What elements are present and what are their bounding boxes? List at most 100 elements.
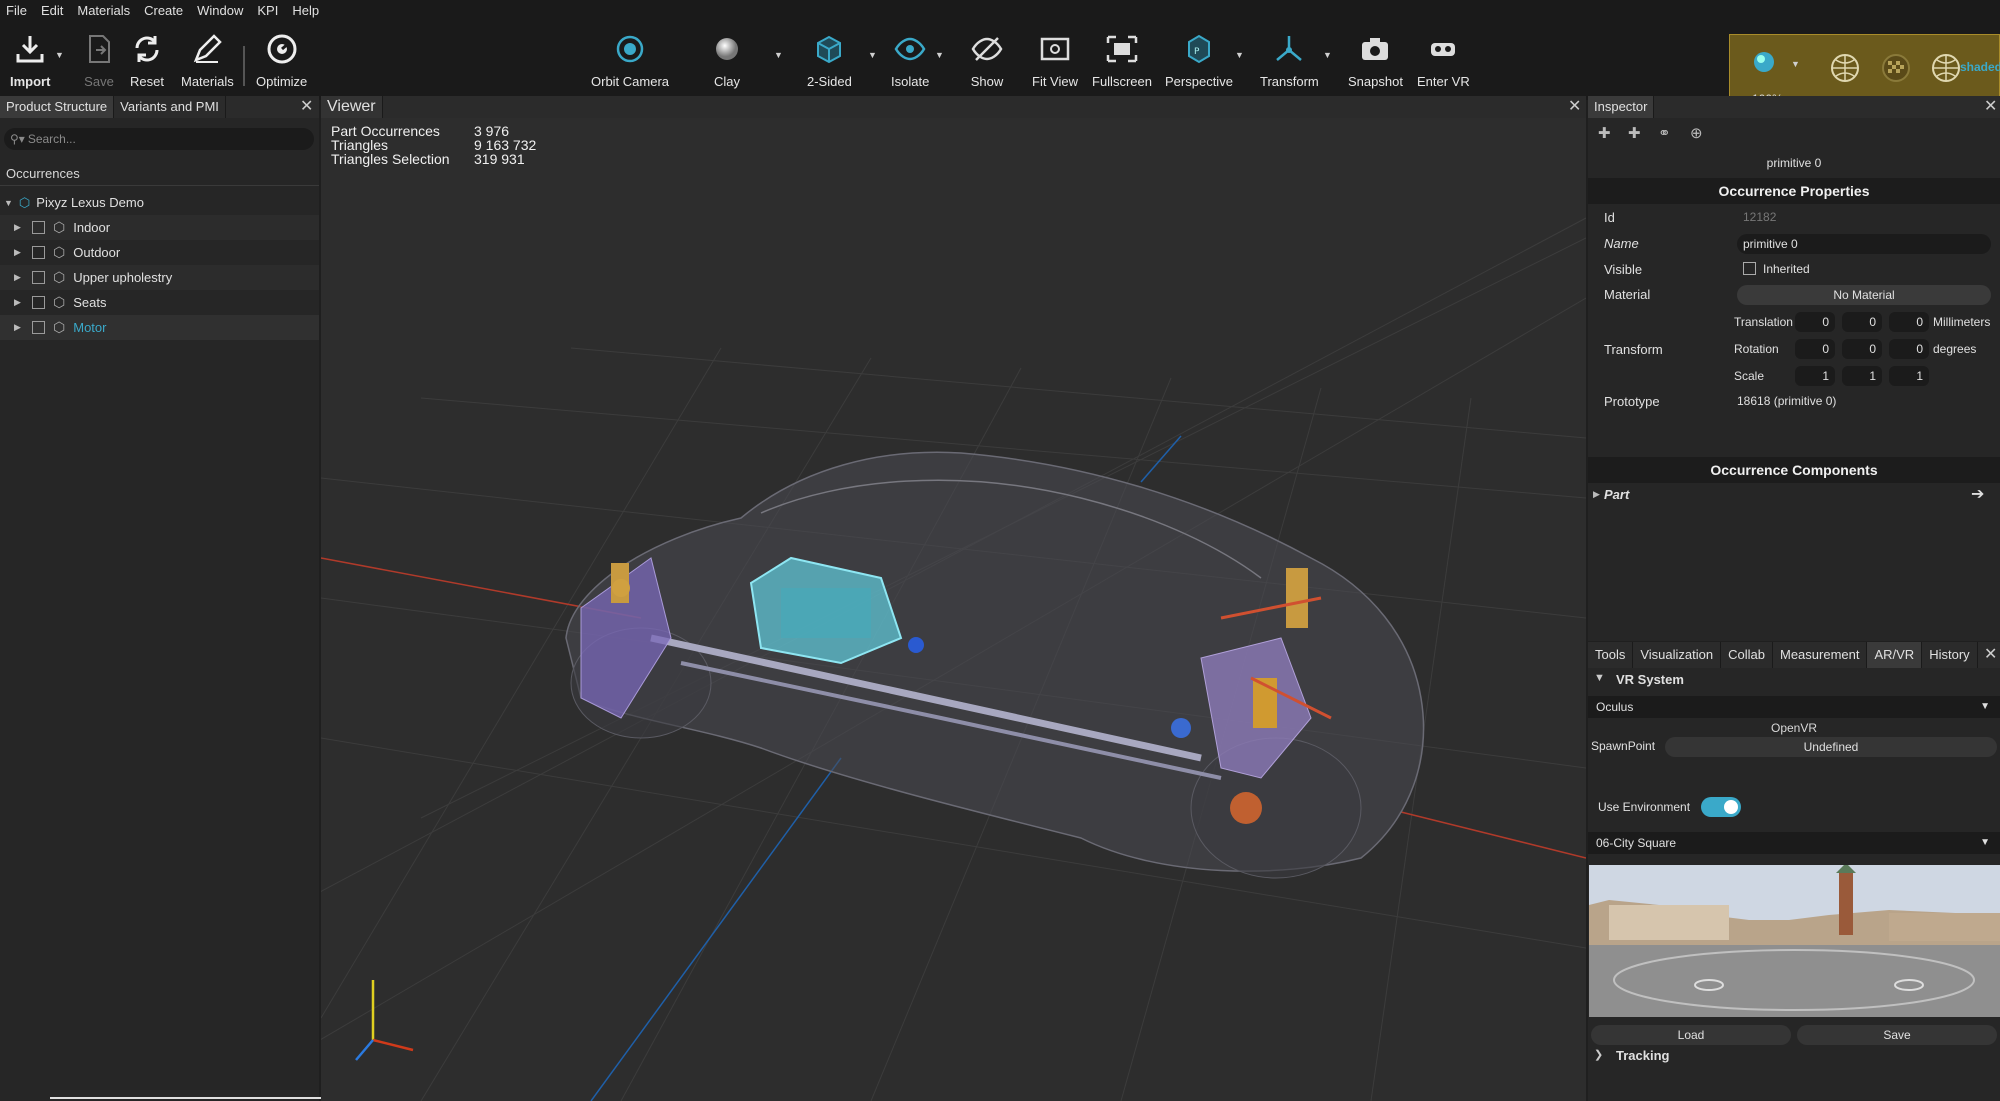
- two-sided-button[interactable]: 2-Sided: [807, 32, 852, 89]
- orbit-camera-button[interactable]: Orbit Camera: [591, 32, 669, 89]
- render-sphere-icon[interactable]: [1751, 49, 1777, 75]
- translation-z[interactable]: 0: [1889, 312, 1929, 332]
- menu-materials[interactable]: Materials: [71, 3, 138, 18]
- 3d-viewport[interactable]: Part Occurrences 3 976 Triangles 9 163 732…: [321, 118, 1586, 1101]
- tab-inspector[interactable]: Inspector: [1588, 96, 1655, 118]
- perspective-button[interactable]: P Perspective: [1165, 32, 1233, 89]
- fullscreen-button[interactable]: Fullscreen: [1092, 32, 1152, 89]
- close-icon[interactable]: ✕: [1568, 99, 1581, 115]
- snapshot-button[interactable]: Snapshot: [1348, 32, 1403, 89]
- visibility-checkbox[interactable]: [32, 296, 45, 309]
- tab-visualization[interactable]: Visualization: [1633, 642, 1722, 668]
- expand-right-icon[interactable]: ▶: [14, 247, 24, 258]
- materials-button[interactable]: Materials: [181, 32, 234, 89]
- menu-edit[interactable]: Edit: [35, 3, 71, 18]
- name-field[interactable]: primitive 0: [1737, 234, 1991, 254]
- tree-item-outdoor[interactable]: ▶ ⬡ Outdoor: [0, 240, 319, 265]
- search-input[interactable]: ⚲▾ Search...: [4, 128, 314, 150]
- optimize-button[interactable]: Optimize: [256, 32, 307, 89]
- show-button[interactable]: Show: [970, 32, 1004, 89]
- use-environment-toggle[interactable]: [1701, 797, 1741, 817]
- chevron-down-icon: ▼: [1980, 837, 1990, 848]
- visibility-checkbox[interactable]: [32, 246, 45, 259]
- save-env-button[interactable]: Save: [1797, 1025, 1997, 1045]
- isolate-dropdown-caret[interactable]: ▼: [935, 50, 944, 60]
- expand-right-icon[interactable]: ▶: [14, 297, 24, 308]
- close-icon[interactable]: ✕: [1984, 647, 1997, 663]
- perspective-dropdown-caret[interactable]: ▼: [1235, 50, 1244, 60]
- menu-help[interactable]: Help: [286, 3, 327, 18]
- expand-right-icon[interactable]: ▶: [14, 272, 24, 283]
- clay-button[interactable]: Clay: [710, 32, 744, 89]
- shaded-globe-icon[interactable]: [1930, 52, 1962, 84]
- visibility-checkbox[interactable]: [32, 221, 45, 234]
- stat-label: Part Occurrences: [331, 123, 440, 139]
- two-sided-dropdown-caret[interactable]: ▼: [868, 50, 877, 60]
- menu-file[interactable]: File: [0, 3, 35, 18]
- rotation-z[interactable]: 0: [1889, 339, 1929, 359]
- transform-button[interactable]: Transform: [1260, 32, 1319, 89]
- name-label: Name: [1604, 236, 1639, 251]
- material-button[interactable]: No Material: [1737, 285, 1991, 305]
- translation-x[interactable]: 0: [1795, 312, 1835, 332]
- render-dropdown-caret[interactable]: ▼: [1791, 59, 1800, 69]
- tree-item-indoor[interactable]: ▶ ⬡ Indoor: [0, 215, 319, 240]
- tree-root[interactable]: ▼ ⬡ Pixyz Lexus Demo: [0, 190, 319, 215]
- scale-x[interactable]: 1: [1795, 366, 1835, 386]
- expand-right-icon[interactable]: ▶: [14, 222, 24, 233]
- clay-dropdown-caret[interactable]: ▼: [774, 50, 783, 60]
- load-button[interactable]: Load: [1591, 1025, 1791, 1045]
- expand-right-icon[interactable]: ▶: [14, 322, 24, 333]
- menu-kpi[interactable]: KPI: [251, 3, 286, 18]
- vr-device-select[interactable]: Oculus ▼: [1588, 696, 2000, 718]
- go-to-icon[interactable]: ⊕: [1690, 124, 1703, 142]
- tab-viewer[interactable]: Viewer: [321, 96, 383, 118]
- translation-y[interactable]: 0: [1842, 312, 1882, 332]
- tab-ar-vr[interactable]: AR/VR: [1867, 642, 1923, 668]
- visibility-checkbox[interactable]: [32, 271, 45, 284]
- tab-variants-pmi[interactable]: Variants and PMI: [114, 96, 226, 118]
- rotation-x[interactable]: 0: [1795, 339, 1835, 359]
- tab-history[interactable]: History: [1922, 642, 1978, 668]
- tree-item-motor[interactable]: ▶ ⬡ Motor: [0, 315, 319, 340]
- import-dropdown-caret[interactable]: ▼: [55, 50, 64, 60]
- close-icon[interactable]: ✕: [1984, 99, 1997, 115]
- close-icon[interactable]: ✕: [300, 99, 313, 115]
- spawnpoint-button[interactable]: Undefined: [1665, 737, 1997, 757]
- menu-create[interactable]: Create: [138, 3, 191, 18]
- tab-tools[interactable]: Tools: [1588, 642, 1634, 668]
- tree-item-seats[interactable]: ▶ ⬡ Seats: [0, 290, 319, 315]
- link-icon[interactable]: ⚭: [1658, 124, 1671, 142]
- add-child-icon[interactable]: ✚: [1628, 124, 1641, 142]
- fit-view-button[interactable]: Fit View: [1032, 32, 1078, 89]
- arrow-right-icon[interactable]: ➔: [1971, 484, 1984, 504]
- import-button[interactable]: Import: [10, 32, 50, 89]
- visible-label: Visible: [1604, 262, 1643, 277]
- wireframe-globe-icon[interactable]: [1829, 52, 1861, 84]
- tab-collab[interactable]: Collab: [1721, 642, 1773, 668]
- menu-window[interactable]: Window: [191, 3, 251, 18]
- collapse-icon[interactable]: ▼: [1594, 672, 1605, 684]
- expand-down-icon[interactable]: ▼: [4, 198, 13, 208]
- tracking-section-title[interactable]: Tracking: [1616, 1048, 1669, 1063]
- scale-z[interactable]: 1: [1889, 366, 1929, 386]
- tab-product-structure[interactable]: Product Structure: [0, 96, 115, 118]
- tree-root-label: Pixyz Lexus Demo: [36, 195, 144, 210]
- textured-globe-icon[interactable]: [1880, 52, 1912, 84]
- isolate-button[interactable]: Isolate: [891, 32, 929, 89]
- add-component-icon[interactable]: ✚: [1598, 124, 1611, 142]
- expand-right-icon[interactable]: ▶: [1593, 489, 1600, 500]
- rotation-y[interactable]: 0: [1842, 339, 1882, 359]
- tree-item-upper-upholstery[interactable]: ▶ ⬡ Upper upholestry: [0, 265, 319, 290]
- visibility-checkbox[interactable]: [32, 321, 45, 334]
- transform-dropdown-caret[interactable]: ▼: [1323, 50, 1332, 60]
- part-component-label[interactable]: Part: [1604, 487, 1629, 502]
- tab-measurement[interactable]: Measurement: [1773, 642, 1868, 668]
- enter-vr-button[interactable]: Enter VR: [1417, 32, 1470, 89]
- expand-right-icon[interactable]: ❯: [1594, 1048, 1603, 1061]
- scale-y[interactable]: 1: [1842, 366, 1882, 386]
- reset-button[interactable]: Reset: [130, 32, 164, 89]
- save-button[interactable]: Save: [82, 32, 116, 89]
- inherited-checkbox[interactable]: [1743, 262, 1756, 275]
- environment-select[interactable]: 06-City Square ▼: [1588, 832, 2000, 854]
